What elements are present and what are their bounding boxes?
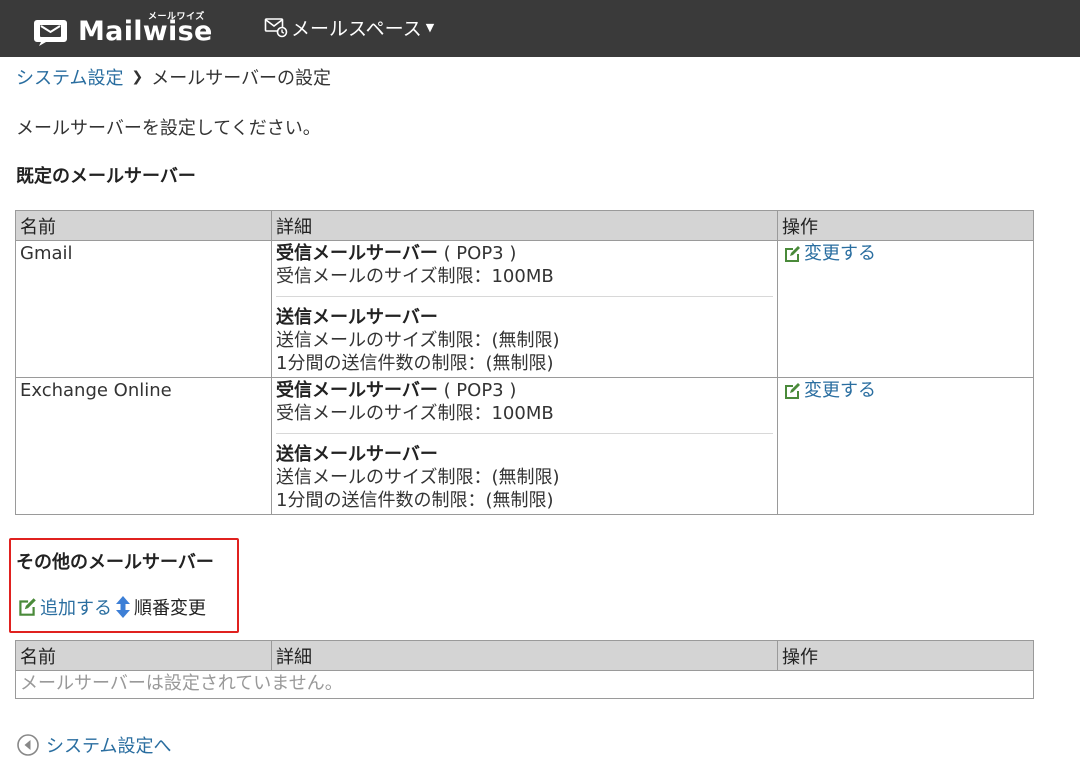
edit-label: 変更する [804, 243, 876, 264]
divider [276, 433, 773, 434]
outgoing-size-limit: 送信メールのサイズ制限：(無制限) [276, 330, 560, 351]
table-header-row: 名前 詳細 操作 [15, 210, 1034, 241]
mailwise-logo[interactable]: メールワイズ Mailwise [34, 9, 214, 51]
incoming-size-limit: 受信メールのサイズ制限：100MB [276, 266, 554, 287]
edit-button[interactable]: 変更する [782, 379, 876, 402]
server-detail: 受信メールサーバー ( POP3 ) 受信メールのサイズ制限：100MB 送信メ… [271, 240, 778, 378]
column-header-action: 操作 [777, 640, 1034, 671]
empty-row: メールサーバーは設定されていません。 [15, 670, 1034, 699]
incoming-protocol: ( POP3 ) [443, 243, 517, 264]
divider [276, 296, 773, 297]
add-server-button[interactable]: 追加する [16, 594, 112, 620]
outgoing-count-limit: 1分間の送信件数の制限：(無制限) [276, 353, 554, 374]
server-name: Exchange Online [15, 377, 272, 515]
mail-space-label: メールスペース [291, 17, 422, 40]
chevron-down-icon: ▼ [425, 20, 435, 34]
other-servers-table: 名前 詳細 操作 メールサーバーは設定されていません。 [15, 640, 1034, 699]
other-servers-title: その他のメールサーバー [16, 552, 214, 573]
table-header-row: 名前 詳細 操作 [15, 640, 1034, 671]
top-bar: メールワイズ Mailwise メールスペース ▼ [0, 0, 1080, 57]
server-actions: 変更する [777, 240, 1034, 378]
table-row: Exchange Online 受信メールサーバー ( POP3 ) 受信メール… [15, 377, 1034, 515]
edit-icon [785, 245, 800, 262]
column-header-name: 名前 [15, 210, 272, 241]
other-servers-actions: 追加する 順番変更 [16, 594, 206, 620]
server-name: Gmail [15, 240, 272, 378]
chevron-right-icon: ❯ [131, 69, 144, 85]
reorder-label: 順番変更 [134, 598, 206, 619]
back-link-label: システム設定へ [46, 736, 172, 757]
incoming-size-limit: 受信メールのサイズ制限：100MB [276, 403, 554, 424]
breadcrumb-current: メールサーバーの設定 [151, 68, 332, 89]
edit-icon [785, 382, 800, 399]
logo-text: Mailwise [78, 16, 213, 47]
add-server-label: 追加する [40, 598, 112, 619]
mail-space-icon [264, 18, 288, 38]
add-icon [19, 598, 36, 616]
outgoing-server-title: 送信メールサーバー [276, 307, 438, 328]
incoming-server-title: 受信メールサーバー [276, 243, 438, 264]
outgoing-size-limit: 送信メールのサイズ制限：(無制限) [276, 467, 560, 488]
empty-message: メールサーバーは設定されていません。 [15, 670, 1034, 699]
outgoing-server-title: 送信メールサーバー [276, 444, 438, 465]
incoming-server-title: 受信メールサーバー [276, 380, 438, 401]
column-header-detail: 詳細 [271, 210, 778, 241]
reorder-button[interactable]: 順番変更 [114, 594, 206, 620]
default-servers-table: 名前 詳細 操作 Gmail 受信メールサーバー ( POP3 ) 受信メールの… [15, 210, 1034, 515]
mail-space-menu[interactable]: メールスペース ▼ [264, 13, 434, 41]
column-header-action: 操作 [777, 210, 1034, 241]
up-down-arrow-icon [116, 596, 130, 618]
table-row: Gmail 受信メールサーバー ( POP3 ) 受信メールのサイズ制限：100… [15, 240, 1034, 378]
back-arrow-icon [17, 734, 39, 756]
outgoing-count-limit: 1分間の送信件数の制限：(無制限) [276, 490, 554, 511]
column-header-detail: 詳細 [271, 640, 778, 671]
mail-logo-icon [34, 20, 67, 46]
breadcrumb: システム設定 ❯ メールサーバーの設定 [16, 64, 331, 90]
incoming-protocol: ( POP3 ) [443, 380, 517, 401]
edit-label: 変更する [804, 380, 876, 401]
edit-button[interactable]: 変更する [782, 242, 876, 265]
default-servers-title: 既定のメールサーバー [16, 166, 196, 187]
server-actions: 変更する [777, 377, 1034, 515]
back-to-system-settings-link[interactable]: システム設定へ [16, 732, 171, 758]
server-detail: 受信メールサーバー ( POP3 ) 受信メールのサイズ制限：100MB 送信メ… [271, 377, 778, 515]
column-header-name: 名前 [15, 640, 272, 671]
intro-text: メールサーバーを設定してください。 [16, 118, 321, 139]
breadcrumb-system-settings[interactable]: システム設定 [16, 64, 123, 90]
